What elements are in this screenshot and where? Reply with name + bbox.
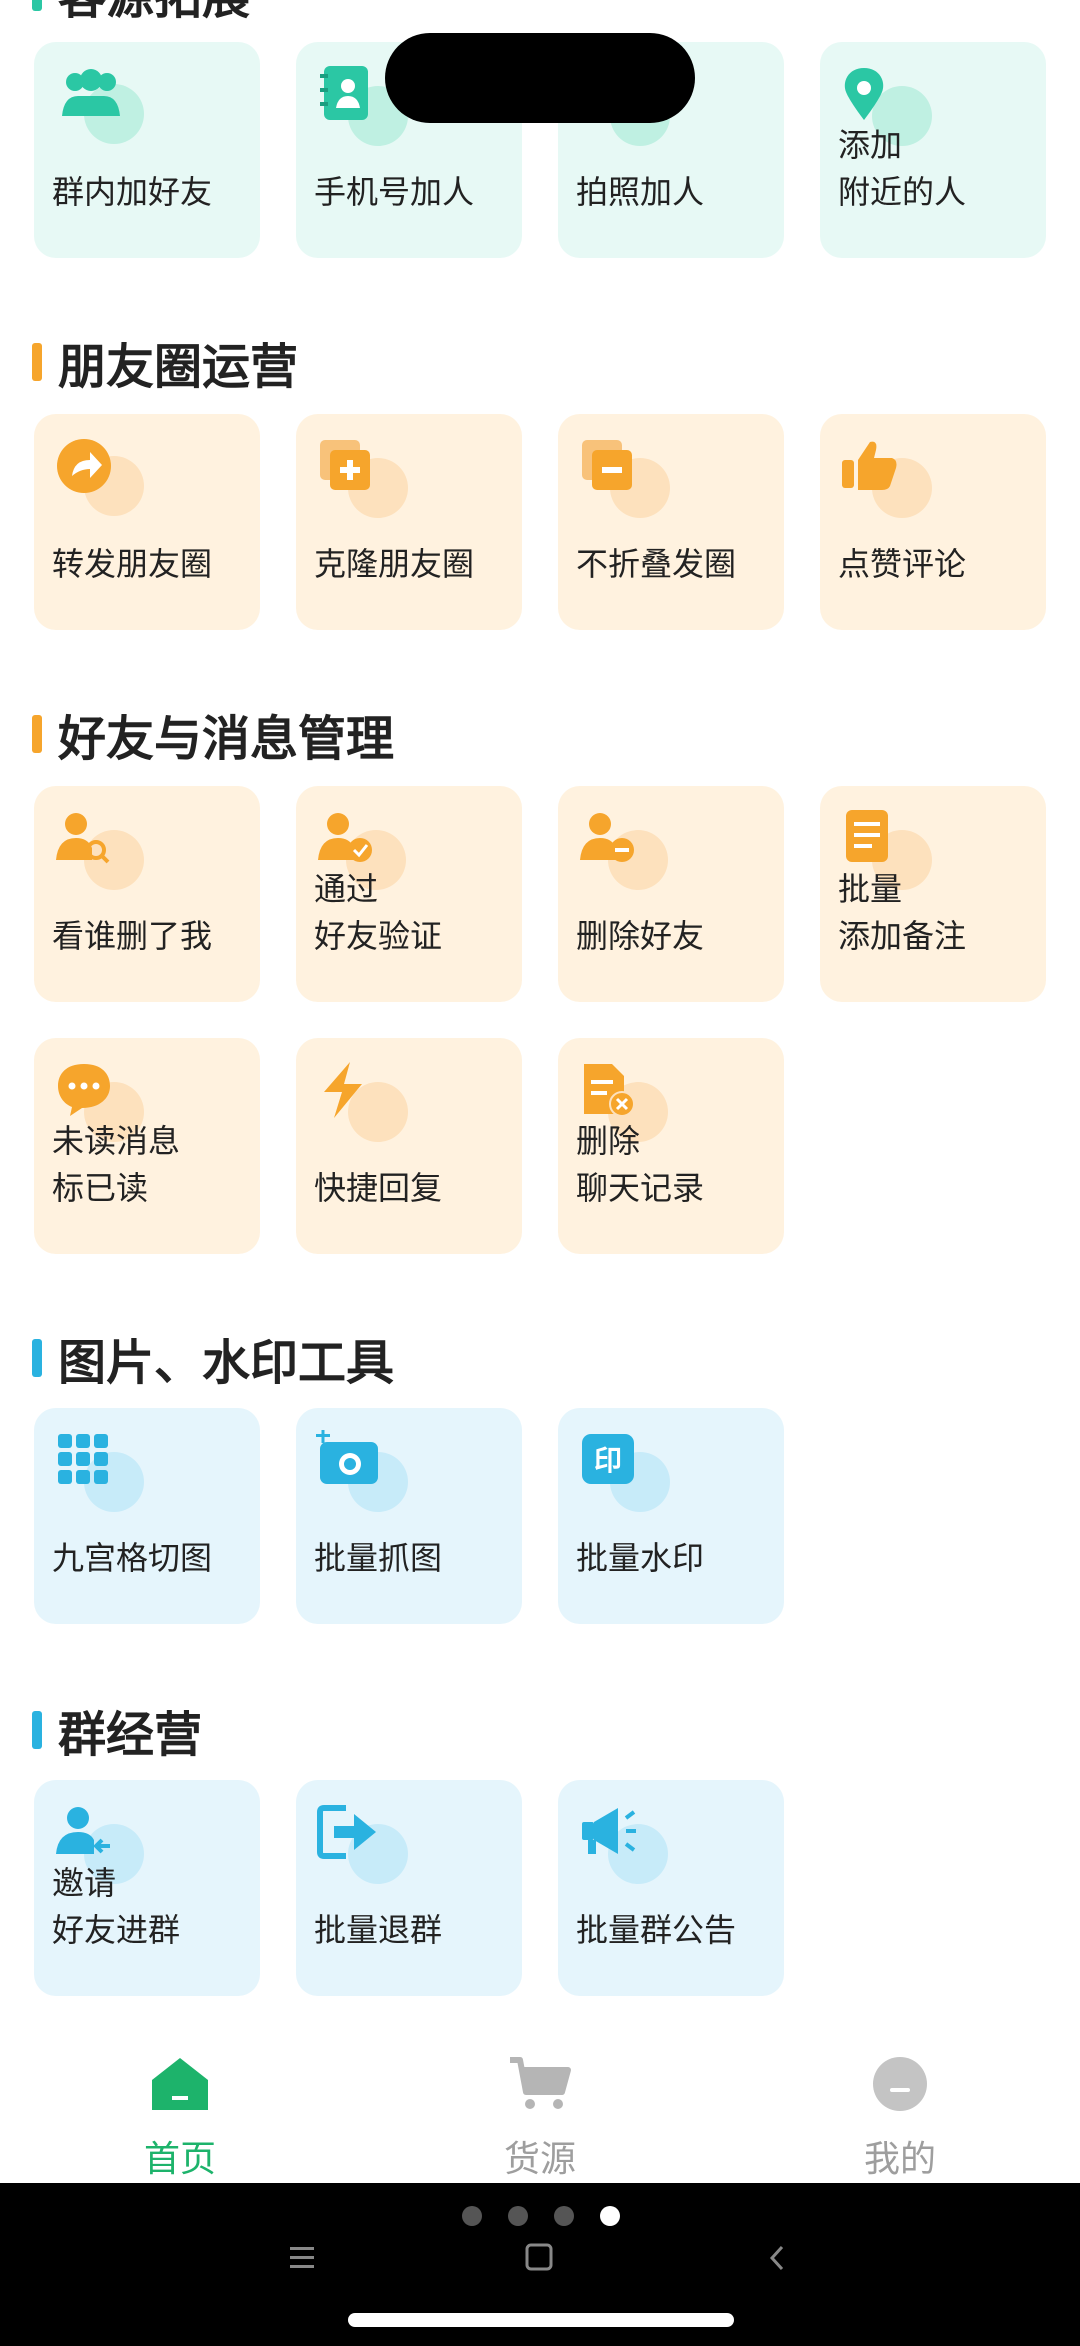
tool-card-label: 九宫格切图	[52, 1539, 213, 1577]
person-search-icon	[54, 808, 154, 898]
svg-text:印: 印	[594, 1444, 622, 1477]
tool-card-label: 批量群公告	[576, 1911, 737, 1949]
tool-card-batch-group-notice[interactable]: 批量群公告	[558, 1780, 784, 1996]
tool-card-invite-to-group[interactable]: 邀请 好友进群	[34, 1780, 260, 1996]
section-title-label: 客源拓展	[58, 0, 250, 27]
tool-card-forward-moments[interactable]: 转发朋友圈	[34, 414, 260, 630]
menu-icon[interactable]	[286, 2243, 326, 2273]
thumbs-up-icon	[840, 436, 940, 526]
page-dot	[462, 2206, 482, 2226]
tool-card-label: 克隆朋友圈	[314, 545, 475, 583]
tool-card-nearby-people[interactable]: 添加 附近的人	[820, 42, 1046, 258]
section-title-customer-expansion: 客源拓展	[32, 0, 250, 25]
tool-card-nine-grid-cut[interactable]: 九宫格切图	[34, 1408, 260, 1624]
tool-card-label: 未读消息 标已读	[52, 1122, 181, 1207]
section-title-moments: 朋友圈运营	[32, 332, 298, 395]
seal-stamp-icon: 印	[578, 1430, 678, 1520]
section-title-group-operation: 群经营	[32, 1700, 202, 1763]
section-accent-bar	[32, 715, 42, 753]
tool-card-label: 批量抓图	[314, 1539, 443, 1577]
section-title-label: 朋友圈运营	[58, 339, 299, 395]
tool-card-quick-reply[interactable]: 快捷回复	[296, 1038, 522, 1254]
tool-card-label: 点赞评论	[838, 545, 967, 583]
group-people-icon	[54, 64, 154, 154]
tool-card-label: 删除 聊天记录	[576, 1122, 705, 1207]
tool-card-label: 转发朋友圈	[52, 545, 213, 583]
section-accent-bar	[32, 0, 42, 11]
tool-card-clone-moments[interactable]: 克隆朋友圈	[296, 414, 522, 630]
tool-card-label: 添加 附近的人	[838, 126, 967, 211]
section-title-image-watermark: 图片、水印工具	[32, 1328, 394, 1391]
tool-card-label: 通过 好友验证	[314, 870, 443, 955]
exit-arrow-icon	[316, 1802, 416, 1892]
tab-label: 货源	[503, 2139, 576, 2180]
no-fold-icon	[578, 436, 678, 526]
tool-card-label: 手机号加人	[314, 173, 475, 211]
tool-card-no-fold-post[interactable]: 不折叠发圈	[558, 414, 784, 630]
section-title-friend-message-mgmt: 好友与消息管理	[32, 704, 394, 767]
tool-card-batch-leave-group[interactable]: 批量退群	[296, 1780, 522, 1996]
profile-icon	[873, 2057, 927, 2111]
tool-card-label: 拍照加人	[576, 173, 705, 211]
tool-card-group-add-friends[interactable]: 群内加好友	[34, 42, 260, 258]
back-icon[interactable]	[764, 2241, 794, 2275]
tab-supply[interactable]: 货源	[440, 2056, 640, 2180]
tool-card-label: 不折叠发圈	[576, 545, 737, 583]
grid-icon	[54, 1430, 154, 1520]
forward-share-icon	[54, 436, 154, 526]
home-icon	[152, 2058, 208, 2110]
person-remove-icon	[578, 808, 678, 898]
home-square-icon[interactable]	[523, 2241, 563, 2275]
tool-card-mark-unread-read[interactable]: 未读消息 标已读	[34, 1038, 260, 1254]
tab-label: 首页	[143, 2139, 216, 2180]
section-accent-bar	[32, 343, 42, 381]
tool-card-label: 批量退群	[314, 1911, 443, 1949]
section-accent-bar	[32, 1339, 42, 1377]
tool-card-label: 批量 添加备注	[838, 870, 967, 955]
tab-home[interactable]: 首页	[80, 2056, 280, 2180]
tool-card-label: 群内加好友	[52, 173, 213, 211]
tool-card-accept-verification[interactable]: 通过 好友验证	[296, 786, 522, 1002]
tool-card-batch-watermark[interactable]: 印 批量水印	[558, 1408, 784, 1624]
section-title-label: 群经营	[58, 1707, 203, 1763]
tool-card-label: 批量水印	[576, 1539, 705, 1577]
tool-card-delete-friend[interactable]: 删除好友	[558, 786, 784, 1002]
section-accent-bar	[32, 1711, 42, 1749]
tool-card-batch-remark[interactable]: 批量 添加备注	[820, 786, 1046, 1002]
tab-label: 我的	[863, 2139, 936, 2180]
clone-copy-icon	[316, 436, 416, 526]
tool-card-label: 快捷回复	[314, 1169, 443, 1207]
tool-card-batch-grab-image[interactable]: 批量抓图	[296, 1408, 522, 1624]
tool-card-like-comment[interactable]: 点赞评论	[820, 414, 1046, 630]
lightning-icon	[316, 1060, 416, 1150]
section-title-label: 好友与消息管理	[58, 711, 395, 767]
system-nav-bar	[0, 2183, 1080, 2346]
camera-notch	[385, 33, 695, 123]
tool-card-label: 看谁删了我	[52, 917, 213, 955]
tool-card-delete-chat-history[interactable]: 删除 聊天记录	[558, 1038, 784, 1254]
page-dot	[508, 2206, 528, 2226]
page-indicator	[462, 2206, 622, 2226]
tool-card-label: 邀请 好友进群	[52, 1864, 181, 1949]
page-dot	[554, 2206, 574, 2226]
home-gesture-bar[interactable]	[348, 2313, 734, 2327]
tab-mine[interactable]: 我的	[800, 2056, 1000, 2180]
bottom-tab-bar: 首页 货源 我的	[0, 2040, 1080, 2183]
section-title-label: 图片、水印工具	[58, 1335, 395, 1391]
camera-add-icon	[316, 1430, 416, 1520]
tool-card-who-deleted-me[interactable]: 看谁删了我	[34, 786, 260, 1002]
cart-icon	[510, 2057, 571, 2109]
page-dot-active	[600, 2206, 620, 2226]
megaphone-icon	[578, 1802, 678, 1892]
tool-card-label: 删除好友	[576, 917, 705, 955]
